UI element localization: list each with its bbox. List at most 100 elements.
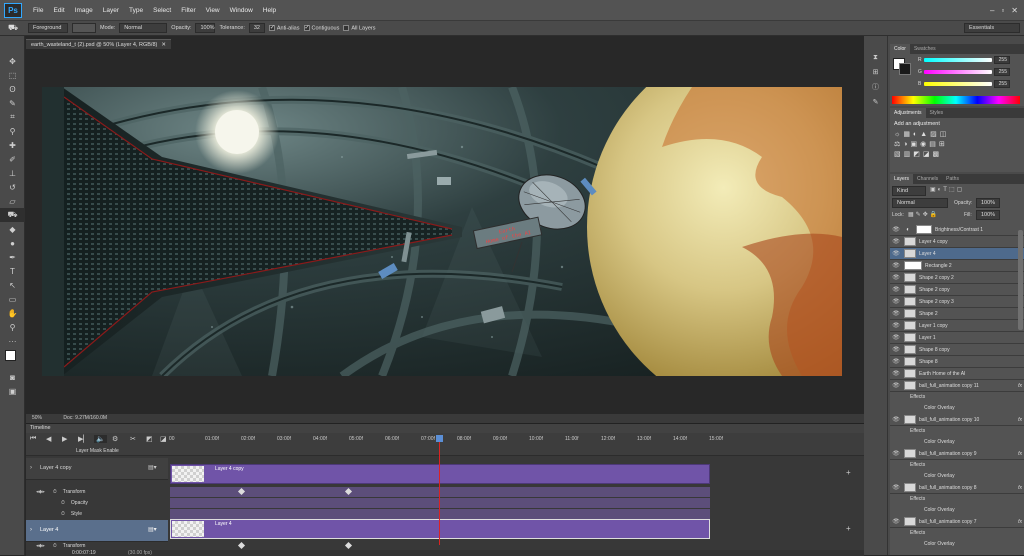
menu-layer[interactable]: Layer	[98, 7, 124, 14]
dodge-tool-icon[interactable]: ●	[0, 236, 25, 250]
history-brush-tool-icon[interactable]: ↺	[0, 180, 25, 194]
more-tools-icon[interactable]: ···	[0, 334, 25, 348]
fx-icon[interactable]: fx	[1018, 519, 1022, 525]
filter-icons[interactable]: ▣◐T⬚▢	[930, 186, 964, 193]
layer-row[interactable]: 👁 ball_full_animation copy 8 fx	[890, 482, 1024, 494]
visibility-eye-icon[interactable]: 👁	[890, 416, 902, 423]
tab-color[interactable]: Color	[890, 44, 910, 54]
keyframe[interactable]	[237, 541, 246, 550]
track-opacity-1[interactable]	[170, 498, 710, 508]
visibility-eye-icon[interactable]: 👁	[890, 238, 902, 245]
go-first-frame-icon[interactable]: ⏮	[30, 435, 36, 443]
paint-bucket-tool-icon[interactable]: ⛟	[2, 23, 24, 33]
layer-row[interactable]: 👁 Shape 2 copy 2	[890, 272, 1024, 284]
tab-adjustments[interactable]: Adjustments	[890, 108, 926, 118]
timeline-group-layer4[interactable]: › Layer 4 ▤▾	[26, 520, 168, 542]
prop-style-1[interactable]: ⏱ Style	[26, 509, 166, 519]
transition-icon[interactable]: ◩	[146, 435, 153, 443]
visibility-eye-icon[interactable]: 👁	[890, 274, 902, 281]
layer-row[interactable]: 👁 Shape 2 copy	[890, 284, 1024, 296]
zoom-tool-icon[interactable]: ⚲	[0, 320, 25, 334]
blur-tool-icon[interactable]: ◆	[0, 222, 25, 236]
adjustment-icons-row-3[interactable]: ▧▥◩◪▩	[890, 150, 1024, 158]
b-slider[interactable]	[924, 82, 992, 86]
zoom-level[interactable]: 50%	[32, 415, 42, 421]
layer-row[interactable]: 👁 ball_full_animation copy 7 fx	[890, 516, 1024, 528]
visibility-eye-icon[interactable]: 👁	[890, 346, 902, 353]
playhead-handle[interactable]	[436, 435, 443, 442]
mode-dropdown[interactable]: Normal	[119, 23, 168, 33]
visibility-eye-icon[interactable]: 👁	[890, 450, 902, 457]
audio-icon[interactable]: 🔈	[94, 435, 107, 443]
layer-row[interactable]: 👁 Layer 4 copy	[890, 236, 1024, 248]
fx-icon[interactable]: fx	[1018, 383, 1022, 389]
fx-icon[interactable]: fx	[1018, 485, 1022, 491]
layer-row[interactable]: 👁 Rectangle 2	[890, 260, 1024, 272]
tab-swatches[interactable]: Swatches	[910, 44, 940, 54]
workspace-dropdown[interactable]: Essentials	[964, 23, 1020, 33]
clone-stamp-tool-icon[interactable]: ⊥	[0, 166, 25, 180]
visibility-eye-icon[interactable]: 👁	[890, 250, 902, 257]
b-value[interactable]: 255	[994, 80, 1010, 88]
screen-mode-icon[interactable]: ▣	[0, 384, 25, 398]
layer-row[interactable]: 👁 Shape 2 copy 3	[890, 296, 1024, 308]
move-tool-icon[interactable]: ✥	[0, 54, 25, 68]
adjustment-icons-row-2[interactable]: ⚖◑▣◉▤⊞	[890, 138, 1024, 150]
split-icon[interactable]: ✂	[130, 435, 136, 443]
eraser-tool-icon[interactable]: ▱	[0, 194, 25, 208]
prop-transform-2[interactable]: ◂◆▸ ⏱ Transform	[26, 542, 166, 550]
layers-scrollbar[interactable]	[1018, 230, 1023, 330]
visibility-eye-icon[interactable]: 👁	[890, 322, 902, 329]
close-tab-icon[interactable]: ✕	[161, 42, 166, 48]
document-tab[interactable]: earth_wasteland_t (2).psd @ 50% (Layer 4…	[26, 39, 171, 49]
menu-image[interactable]: Image	[70, 7, 98, 14]
visibility-eye-icon[interactable]: 👁	[890, 298, 902, 305]
opacity-input[interactable]: 100%	[195, 23, 216, 33]
layer-row[interactable]: 👁 ball_full_animation copy 9 fx	[890, 448, 1024, 460]
visibility-eye-icon[interactable]: 👁	[890, 382, 902, 389]
g-slider[interactable]	[924, 70, 992, 74]
menu-window[interactable]: Window	[225, 7, 258, 14]
next-frame-icon[interactable]: ▶▏	[78, 435, 89, 443]
r-slider[interactable]	[924, 58, 992, 62]
all-layers-checkbox[interactable]: All Layers	[343, 24, 375, 31]
tolerance-input[interactable]: 32	[248, 23, 265, 33]
quick-select-tool-icon[interactable]: ✎	[0, 96, 25, 110]
fx-icon[interactable]: fx	[1018, 417, 1022, 423]
visibility-eye-icon[interactable]: 👁	[890, 262, 902, 269]
fx-icon[interactable]: fx	[1018, 451, 1022, 457]
rectangle-tool-icon[interactable]: ▭	[0, 292, 25, 306]
contiguous-checkbox[interactable]: Contiguous	[303, 24, 339, 31]
layer-row[interactable]: 👁 ◐ Brightness/Contrast 1	[890, 224, 1024, 236]
track-style-1[interactable]	[170, 509, 710, 519]
visibility-eye-icon[interactable]: 👁	[890, 226, 902, 233]
r-value[interactable]: 255	[994, 56, 1010, 64]
fill-source-dropdown[interactable]: Foreground	[28, 23, 68, 33]
menu-filter[interactable]: Filter	[176, 7, 200, 14]
tab-styles[interactable]: Styles	[926, 108, 948, 118]
clip-layer4copy[interactable]: Layer 4 copy	[170, 464, 710, 484]
layer-row[interactable]: 👁 Shape 8	[890, 356, 1024, 368]
tab-channels[interactable]: Channels	[913, 174, 942, 184]
layer-row-selected[interactable]: 👁 Layer 4	[890, 248, 1024, 260]
layer-row[interactable]: 👁 ball_full_animation copy 11 fx	[890, 380, 1024, 392]
quick-mask-icon[interactable]: ◙	[0, 370, 25, 384]
path-select-tool-icon[interactable]: ↖	[0, 278, 25, 292]
layer-row[interactable]: 👁 Layer 1 copy	[890, 320, 1024, 332]
hand-tool-icon[interactable]: ✋	[0, 306, 25, 320]
menu-type[interactable]: Type	[124, 7, 148, 14]
convert-icon[interactable]: ◪	[160, 435, 167, 443]
keyframe[interactable]	[344, 541, 353, 550]
timeline-group-layer4copy[interactable]: › Layer 4 copy ▤▾	[26, 458, 168, 480]
prop-opacity-1[interactable]: ⏱ Opacity	[26, 498, 166, 508]
marquee-tool-icon[interactable]: ⬚	[0, 68, 25, 82]
lock-icons[interactable]: ▦✎✥🔒	[908, 211, 939, 218]
menu-file[interactable]: File	[28, 7, 48, 14]
g-value[interactable]: 255	[994, 68, 1010, 76]
layer-row[interactable]: 👁 Shape 2	[890, 308, 1024, 320]
adjustment-icons-row-1[interactable]: ☼▦◐▲▨◫	[890, 130, 1024, 138]
type-tool-icon[interactable]: T	[0, 264, 25, 278]
previous-frame-icon[interactable]: ◀	[46, 435, 51, 443]
background-color[interactable]	[899, 63, 911, 75]
color-ramp[interactable]	[892, 96, 1020, 104]
